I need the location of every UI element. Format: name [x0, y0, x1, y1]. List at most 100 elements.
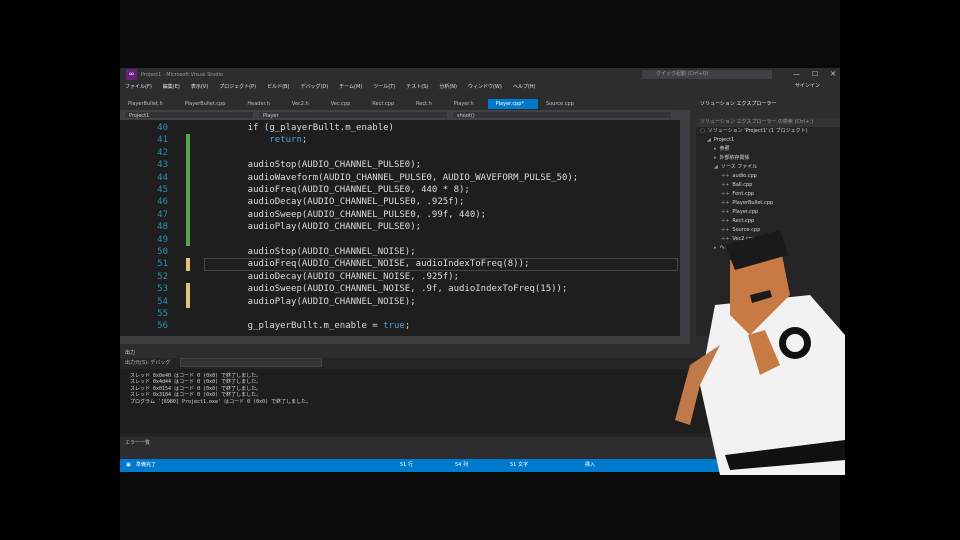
doc-tab[interactable]: Rect.h	[408, 99, 446, 109]
project-dropdown[interactable]: Project1	[124, 111, 254, 119]
menu-item[interactable]: ツール(T)	[373, 83, 395, 90]
solution-tree-item[interactable]: ++ PlayerBullet.cpp	[696, 199, 840, 208]
tree-node-icon: ++	[721, 218, 730, 224]
code-line[interactable]: 53 audioSweep(AUDIO_CHANNEL_NOISE, .9f, …	[120, 283, 690, 296]
line-number: 53	[157, 284, 168, 295]
maximize-icon[interactable]: ☐	[812, 68, 818, 81]
line-number: 51	[157, 259, 168, 270]
solution-tree-item[interactable]: ++ Font.cpp	[696, 190, 840, 199]
tree-node-label: 参照	[719, 146, 730, 152]
tree-node-label: ソース ファイル	[720, 164, 758, 170]
solution-tree-item[interactable]: ++ audio.cpp	[696, 172, 840, 181]
status-line: 51 行	[400, 462, 413, 468]
window-controls: — ☐ ✕	[793, 68, 836, 81]
code-text: audioSweep(AUDIO_CHANNEL_NOISE, .9f, aud…	[226, 284, 568, 295]
code-line[interactable]: 56 g_playerBullt.m_enable = true;	[120, 320, 690, 332]
code-line[interactable]: 43 audioStop(AUDIO_CHANNEL_PULSE0);	[120, 159, 690, 172]
output-source-select[interactable]	[179, 358, 322, 367]
menu-item[interactable]: ファイル(F)	[125, 83, 152, 90]
code-text: audioDecay(AUDIO_CHANNEL_PULSE0, .925f);	[226, 197, 465, 208]
menu-item[interactable]: 編集(E)	[163, 83, 180, 90]
solution-explorer-search[interactable]: ソリューション エクスプローラー の検索 (Ctrl+;)	[696, 118, 840, 127]
solution-tree-item[interactable]: ◢ ソース ファイル	[696, 163, 840, 172]
tree-node-icon: ++	[721, 191, 730, 197]
tree-node-icon: ++	[721, 209, 730, 215]
scope-dropdown[interactable]: Player	[258, 111, 448, 119]
tree-node-label: Player.cpp	[732, 209, 759, 215]
code-line[interactable]: 50 audioStop(AUDIO_CHANNEL_NOISE);	[120, 246, 690, 258]
menu-item[interactable]: テスト(S)	[406, 83, 428, 90]
tree-node-label: Rect.cpp	[732, 218, 755, 224]
solution-explorer-title: ソリューション エクスプローラー	[696, 99, 840, 109]
solution-tree-item[interactable]: ++ Ball.cpp	[696, 181, 840, 190]
change-marker	[186, 258, 190, 271]
code-line[interactable]: 49	[120, 233, 690, 246]
character-avatar	[675, 230, 845, 475]
tree-node-label: PlayerBullet.cpp	[732, 200, 774, 206]
menu-item[interactable]: ヘルプ(H)	[513, 83, 536, 90]
tree-node-icon: ++	[721, 200, 730, 206]
line-number: 45	[157, 185, 168, 195]
doc-tab[interactable]: Vec2.h	[284, 99, 323, 109]
code-line[interactable]: 54 audioPlay(AUDIO_CHANNEL_NOISE);	[120, 295, 690, 308]
code-line[interactable]: 47 audioSweep(AUDIO_CHANNEL_PULSE0, .99f…	[120, 208, 690, 222]
doc-tab[interactable]: PlayerBullet.h	[120, 99, 177, 109]
solution-tree-item[interactable]: ◢ Project1	[696, 136, 840, 145]
doc-tab[interactable]: PlayerBullet.cpp	[177, 99, 240, 109]
tree-node-icon: ++	[721, 173, 730, 179]
code-line[interactable]: 55	[120, 308, 690, 320]
solution-tree-item[interactable]: ++ Player.cpp	[696, 208, 840, 217]
doc-tab[interactable]: Header.h	[239, 99, 284, 109]
code-line[interactable]: 41 return;	[120, 134, 690, 147]
editor-horizontal-scrollbar[interactable]	[120, 336, 690, 344]
code-editor[interactable]: 40 if (g_playerBullt.m_enable) 41 return;…	[120, 120, 690, 336]
close-icon[interactable]: ✕	[830, 68, 836, 81]
menu-bar: ファイル(F) 編集(E) 表示(V) プロジェクト(P) ビルド(B) デバッグ(D) チ…	[120, 81, 840, 92]
code-line[interactable]: 45 audioFreq(AUDIO_CHANNEL_PULSE0, 440 *…	[120, 184, 690, 197]
status-mode: 挿入	[585, 462, 596, 468]
doc-tab[interactable]: Vec.cpp	[323, 99, 365, 109]
window-title: Project1 - Microsoft Visual Studio	[141, 71, 224, 78]
doc-tab[interactable]: Source.cpp	[538, 99, 588, 109]
output-source-label: 出力元(S):	[125, 360, 149, 366]
code-line[interactable]: 42	[120, 146, 690, 160]
menu-item[interactable]: プロジェクト(P)	[219, 83, 256, 90]
code-line[interactable]: 52 audioDecay(AUDIO_CHANNEL_NOISE, .925f…	[120, 271, 690, 283]
code-text: g_playerBullt.m_enable = true;	[226, 321, 411, 332]
solution-tree-item[interactable]: ▸ 参照	[696, 145, 840, 154]
tree-node-icon: ◢	[714, 164, 718, 170]
quick-launch-input[interactable]: クイック起動 (Ctrl+Q)	[642, 70, 772, 79]
signin-link[interactable]: サインイン	[795, 81, 820, 92]
doc-tab[interactable]: Player.cpp*	[487, 99, 538, 109]
line-number: 54	[157, 296, 168, 307]
doc-tab[interactable]: Player.h	[446, 99, 488, 109]
code-line[interactable]: 51 audioFreq(AUDIO_CHANNEL_NOISE, audioI…	[120, 258, 690, 271]
menu-item[interactable]: デバッグ(D)	[300, 83, 328, 90]
status-ready: 準備完了	[136, 462, 157, 468]
code-text: audioStop(AUDIO_CHANNEL_NOISE);	[226, 247, 416, 257]
menu-item[interactable]: 分析(N)	[439, 83, 457, 90]
solution-tree-item[interactable]: ▸ 外部依存関係	[696, 154, 840, 163]
member-dropdown[interactable]: shoot()	[452, 111, 672, 119]
code-line[interactable]: 40 if (g_playerBullt.m_enable)	[120, 122, 690, 134]
minimize-icon[interactable]: —	[793, 68, 800, 81]
menu-item[interactable]: ビルド(B)	[267, 83, 289, 90]
change-marker	[186, 295, 190, 308]
change-marker	[186, 146, 190, 160]
output-source-value[interactable]: デバッグ	[150, 360, 170, 366]
tree-node-label: ソリューション 'Project1' (1 プロジェクト)	[707, 128, 808, 134]
doc-tab[interactable]: Rect.cpp	[364, 99, 408, 109]
menu-item[interactable]: チーム(M)	[339, 83, 362, 90]
line-number: 52	[157, 271, 168, 282]
code-line[interactable]: 48 audioPlay(AUDIO_CHANNEL_PULSE0);	[120, 221, 690, 234]
menu-item[interactable]: ウィンドウ(W)	[468, 83, 502, 90]
code-line[interactable]: 46 audioDecay(AUDIO_CHANNEL_PULSE0, .925…	[120, 196, 690, 209]
menu-item[interactable]: 表示(V)	[191, 83, 208, 90]
change-marker	[186, 196, 190, 209]
code-line[interactable]: 44 audioWaveform(AUDIO_CHANNEL_PULSE0, A…	[120, 171, 690, 184]
code-text: audioDecay(AUDIO_CHANNEL_NOISE, .925f);	[226, 271, 459, 282]
line-number: 47	[157, 209, 168, 220]
solution-tree-item[interactable]: ▢ ソリューション 'Project1' (1 プロジェクト)	[696, 127, 840, 136]
line-number: 40	[157, 123, 168, 133]
code-text: audioFreq(AUDIO_CHANNEL_NOISE, audioInde…	[226, 259, 530, 270]
